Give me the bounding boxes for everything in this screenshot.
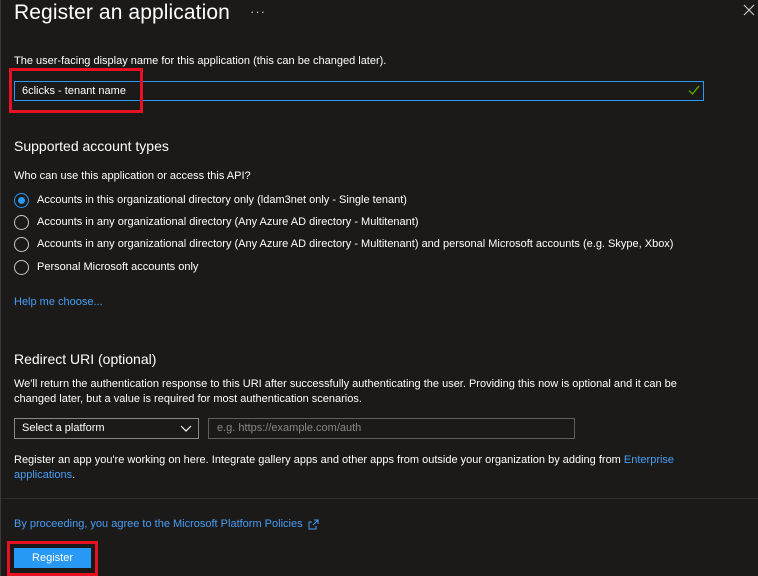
chevron-down-icon [180, 425, 192, 432]
display-name-description: The user-facing display name for this ap… [14, 55, 387, 67]
redirect-uri-title: Redirect URI (optional) [14, 351, 157, 367]
close-icon[interactable] [742, 3, 756, 17]
more-horizontal-icon[interactable]: ··· [250, 4, 266, 19]
account-types-title: Supported account types [14, 138, 169, 154]
account-type-option-multitenant[interactable]: Accounts in any organizational directory… [14, 214, 419, 230]
radio-button[interactable] [14, 192, 29, 208]
radio-label: Accounts in this organizational director… [37, 194, 407, 206]
account-type-option-multitenant-personal[interactable]: Accounts in any organizational directory… [14, 236, 673, 252]
account-type-option-personal[interactable]: Personal Microsoft accounts only [14, 259, 198, 275]
checkmark-icon [688, 85, 700, 96]
gallery-note-suffix: . [72, 469, 76, 481]
gallery-note: Register an app you're working on here. … [14, 453, 714, 483]
radio-button[interactable] [14, 259, 29, 275]
register-button[interactable]: Register [14, 548, 91, 568]
platform-policies[interactable]: By proceeding, you agree to the Microsof… [14, 518, 319, 530]
radio-button[interactable] [14, 214, 29, 230]
redirect-uri-description: We'll return the authentication response… [14, 378, 677, 405]
display-name-input[interactable]: 6clicks - tenant name [14, 81, 704, 101]
platform-select[interactable]: Select a platform [14, 418, 199, 439]
radio-label: Personal Microsoft accounts only [37, 261, 199, 273]
platform-policies-link[interactable]: By proceeding, you agree to the Microsof… [14, 518, 303, 530]
footer-divider [1, 498, 758, 499]
account-types-question: Who can use this application or access t… [14, 170, 251, 182]
radio-button[interactable] [14, 236, 29, 252]
platform-select-value: Select a platform [22, 422, 105, 434]
radio-label: Accounts in any organizational directory… [37, 216, 419, 228]
account-type-option-single-tenant[interactable]: Accounts in this organizational director… [14, 192, 407, 208]
external-link-icon [308, 519, 319, 529]
radio-label: Accounts in any organizational directory… [37, 238, 674, 250]
gallery-note-text: Register an app you're working on here. … [14, 454, 624, 466]
redirect-uri-input[interactable]: e.g. https://example.com/auth [208, 418, 575, 439]
page-title: Register an application [14, 1, 230, 24]
help-me-choose-link[interactable]: Help me choose... [14, 296, 103, 308]
register-app-panel: Register an application ··· The user-fac… [0, 0, 758, 576]
